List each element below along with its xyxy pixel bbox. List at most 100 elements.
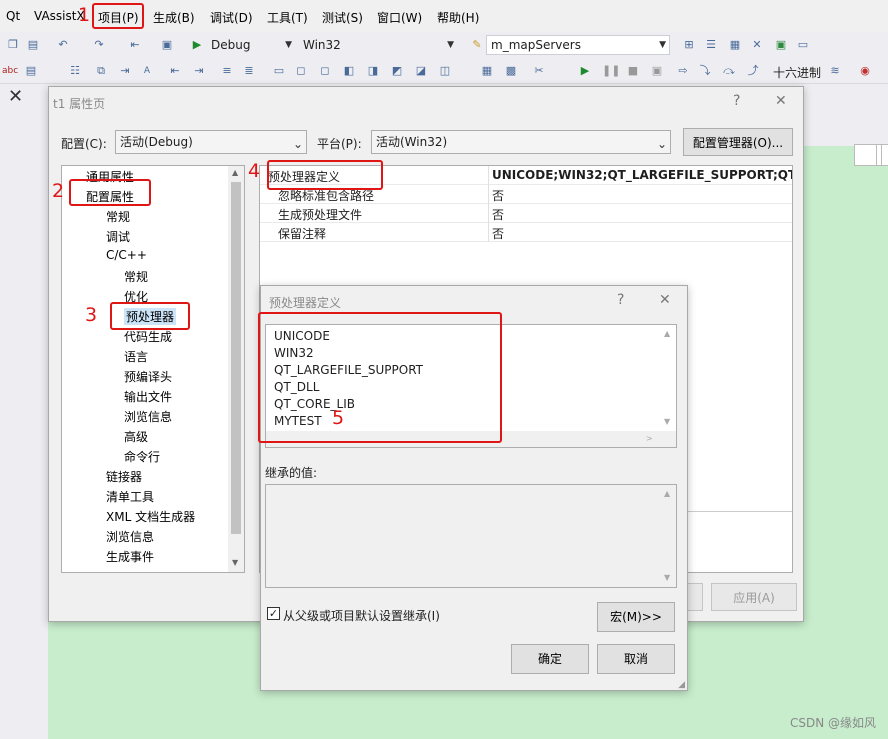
scroll-up-icon[interactable]: ▲ — [664, 489, 670, 498]
startup-item-combo[interactable]: m_mapServers ▼ — [486, 35, 670, 55]
undo-icon[interactable]: ↶ — [56, 38, 70, 52]
scroll-right-icon[interactable]: > — [646, 434, 653, 443]
help-button[interactable]: ? — [617, 292, 624, 308]
tree-item-general[interactable]: 常规 — [106, 208, 130, 225]
apply-button[interactable]: 应用(A) — [711, 583, 797, 611]
restart-icon[interactable]: ▣ — [650, 64, 664, 78]
continue-icon[interactable]: ▶ — [578, 64, 592, 78]
scroll-down-icon[interactable]: ▼ — [232, 558, 238, 567]
resize-grip-icon[interactable]: ◢ — [678, 680, 685, 690]
breakpoints-icon[interactable]: ◉ — [858, 64, 872, 78]
inherit-checkbox-label[interactable]: 从父级或项目默认设置继承(I) — [283, 607, 440, 624]
solution-config-combo[interactable]: Debug ▼ — [206, 35, 296, 55]
close-button[interactable]: ✕ — [659, 292, 671, 308]
solution-explorer-icon[interactable]: ⊞ — [682, 38, 696, 52]
prev-bookmark-icon[interactable]: ◧ — [342, 64, 356, 78]
tree-item-cpp[interactable]: C/C++ — [106, 248, 147, 262]
hex-display-toggle[interactable]: 十六进制 — [773, 64, 821, 81]
scroll-up-icon[interactable]: ▲ — [232, 168, 238, 177]
spellcheck-icon[interactable]: abc — [2, 64, 18, 78]
menu-test[interactable]: 测试(S) — [322, 9, 363, 26]
tree-item-code-generation[interactable]: 代码生成 — [124, 328, 172, 345]
quick-info-icon[interactable]: ◫ — [438, 64, 452, 78]
navigate-icon[interactable]: ⇤ — [128, 38, 142, 52]
menu-tools[interactable]: 工具(T) — [267, 9, 308, 26]
tree-item-build-events[interactable]: 生成事件 — [106, 548, 154, 565]
menu-help[interactable]: 帮助(H) — [437, 9, 479, 26]
column-divider[interactable] — [488, 166, 489, 242]
paste-special-icon[interactable]: ▤ — [24, 64, 38, 78]
indent-icon[interactable]: ⇤ — [168, 64, 182, 78]
scroll-down-icon[interactable]: ▼ — [664, 417, 670, 426]
help-button[interactable]: ? — [733, 93, 740, 109]
tools-icon[interactable]: ✕ — [750, 38, 764, 52]
toggle-bookmark-icon[interactable]: ◩ — [390, 64, 404, 78]
tree-item-command-line[interactable]: 命令行 — [124, 448, 160, 465]
cancel-button[interactable]: 取消 — [597, 644, 675, 674]
tree-scrollbar[interactable]: ▲ ▼ — [228, 166, 244, 572]
copy-icon[interactable]: ❐ — [6, 38, 20, 52]
stop-icon[interactable]: ■ — [626, 64, 640, 78]
right-combo[interactable] — [876, 144, 882, 166]
tree-item-browse-info[interactable]: 浏览信息 — [124, 408, 172, 425]
registers-icon[interactable]: ▩ — [504, 64, 518, 78]
property-value[interactable]: 否 — [492, 225, 504, 242]
outline-icon[interactable]: ☷ — [68, 64, 82, 78]
tree-item-language[interactable]: 语言 — [124, 348, 148, 365]
start-debug-icon[interactable]: ▶ — [190, 38, 204, 52]
next-bookmark-icon[interactable]: ◨ — [366, 64, 380, 78]
step-into-icon[interactable]: ⤵ — [698, 64, 712, 78]
property-value[interactable]: UNICODE;WIN32;QT_LARGEFILE_SUPPORT;QT_DL… — [492, 168, 792, 182]
config-manager-button[interactable]: 配置管理器(O)... — [683, 128, 793, 156]
property-value[interactable]: 否 — [492, 187, 504, 204]
scroll-up-icon[interactable]: ▲ — [664, 329, 670, 338]
object-browser-icon[interactable]: ▦ — [728, 38, 742, 52]
tree-item-output-files[interactable]: 输出文件 — [124, 388, 172, 405]
tree-item-advanced[interactable]: 高级 — [124, 428, 148, 445]
tree-item-debugging[interactable]: 调试 — [106, 228, 130, 245]
menu-build[interactable]: 生成(B) — [153, 9, 195, 26]
toolbox-icon[interactable]: ▣ — [774, 38, 788, 52]
bookmark-icon[interactable]: ⧉ — [94, 64, 108, 78]
menu-debug[interactable]: 调试(D) — [210, 9, 253, 26]
property-value[interactable]: 否 — [492, 206, 504, 223]
step-over-icon[interactable]: ⤼ — [722, 64, 736, 78]
properties-icon[interactable]: ☰ — [704, 38, 718, 52]
note-icon[interactable]: ◻ — [318, 64, 332, 78]
config-combo[interactable]: 活动(Debug) ⌄ — [115, 130, 307, 154]
redo-icon[interactable]: ↷ — [92, 38, 106, 52]
menu-qt[interactable]: Qt — [6, 9, 20, 23]
platform-combo[interactable]: 活动(Win32) ⌄ — [371, 130, 671, 154]
tree-item-precompiled-headers[interactable]: 预编译头 — [124, 368, 172, 385]
tree-item-browse-information[interactable]: 浏览信息 — [106, 528, 154, 545]
show-next-statement-icon[interactable]: ⇨ — [676, 64, 690, 78]
menu-window[interactable]: 窗口(W) — [377, 9, 422, 26]
tree-item-manifest-tool[interactable]: 清单工具 — [106, 488, 154, 505]
macros-button[interactable]: 宏(M)>> — [597, 602, 675, 632]
tree-item-linker[interactable]: 链接器 — [106, 468, 142, 485]
close-icon[interactable]: ✕ — [8, 86, 23, 107]
word-wrap-icon[interactable]: ⇥ — [118, 64, 132, 78]
memory-icon[interactable]: ▦ — [480, 64, 494, 78]
threads-icon[interactable]: ≋ — [828, 64, 842, 78]
member-combo[interactable]: ⌄ — [854, 144, 888, 166]
font-size-icon[interactable]: A — [140, 64, 154, 78]
outdent-icon[interactable]: ⇥ — [192, 64, 206, 78]
pause-icon[interactable]: ❚❚ — [602, 64, 620, 78]
close-button[interactable]: ✕ — [775, 93, 787, 109]
tree-item-xml-doc-generator[interactable]: XML 文档生成器 — [106, 508, 195, 525]
scroll-down-icon[interactable]: ▼ — [664, 573, 670, 582]
step-out-icon[interactable]: ⤴ — [746, 64, 760, 78]
grid-row-keep-comments[interactable]: 保留注释 否 — [260, 223, 792, 242]
inherit-checkbox[interactable]: ✓ — [267, 607, 280, 620]
grid-row-preprocess-to-file[interactable]: 生成预处理文件 否 — [260, 204, 792, 223]
comment-icon[interactable]: ≡ — [220, 64, 234, 78]
frame-icon[interactable]: ▭ — [272, 64, 286, 78]
ok-button[interactable]: 确定 — [511, 644, 589, 674]
callout-icon[interactable]: ◻ — [294, 64, 308, 78]
clear-bookmarks-icon[interactable]: ◪ — [414, 64, 428, 78]
paste-icon[interactable]: ▤ — [26, 38, 40, 52]
cut-icon[interactable]: ✂ — [532, 64, 546, 78]
solution-platform-combo[interactable]: Win32 ▼ — [298, 35, 458, 55]
window-icon[interactable]: ▭ — [796, 38, 810, 52]
